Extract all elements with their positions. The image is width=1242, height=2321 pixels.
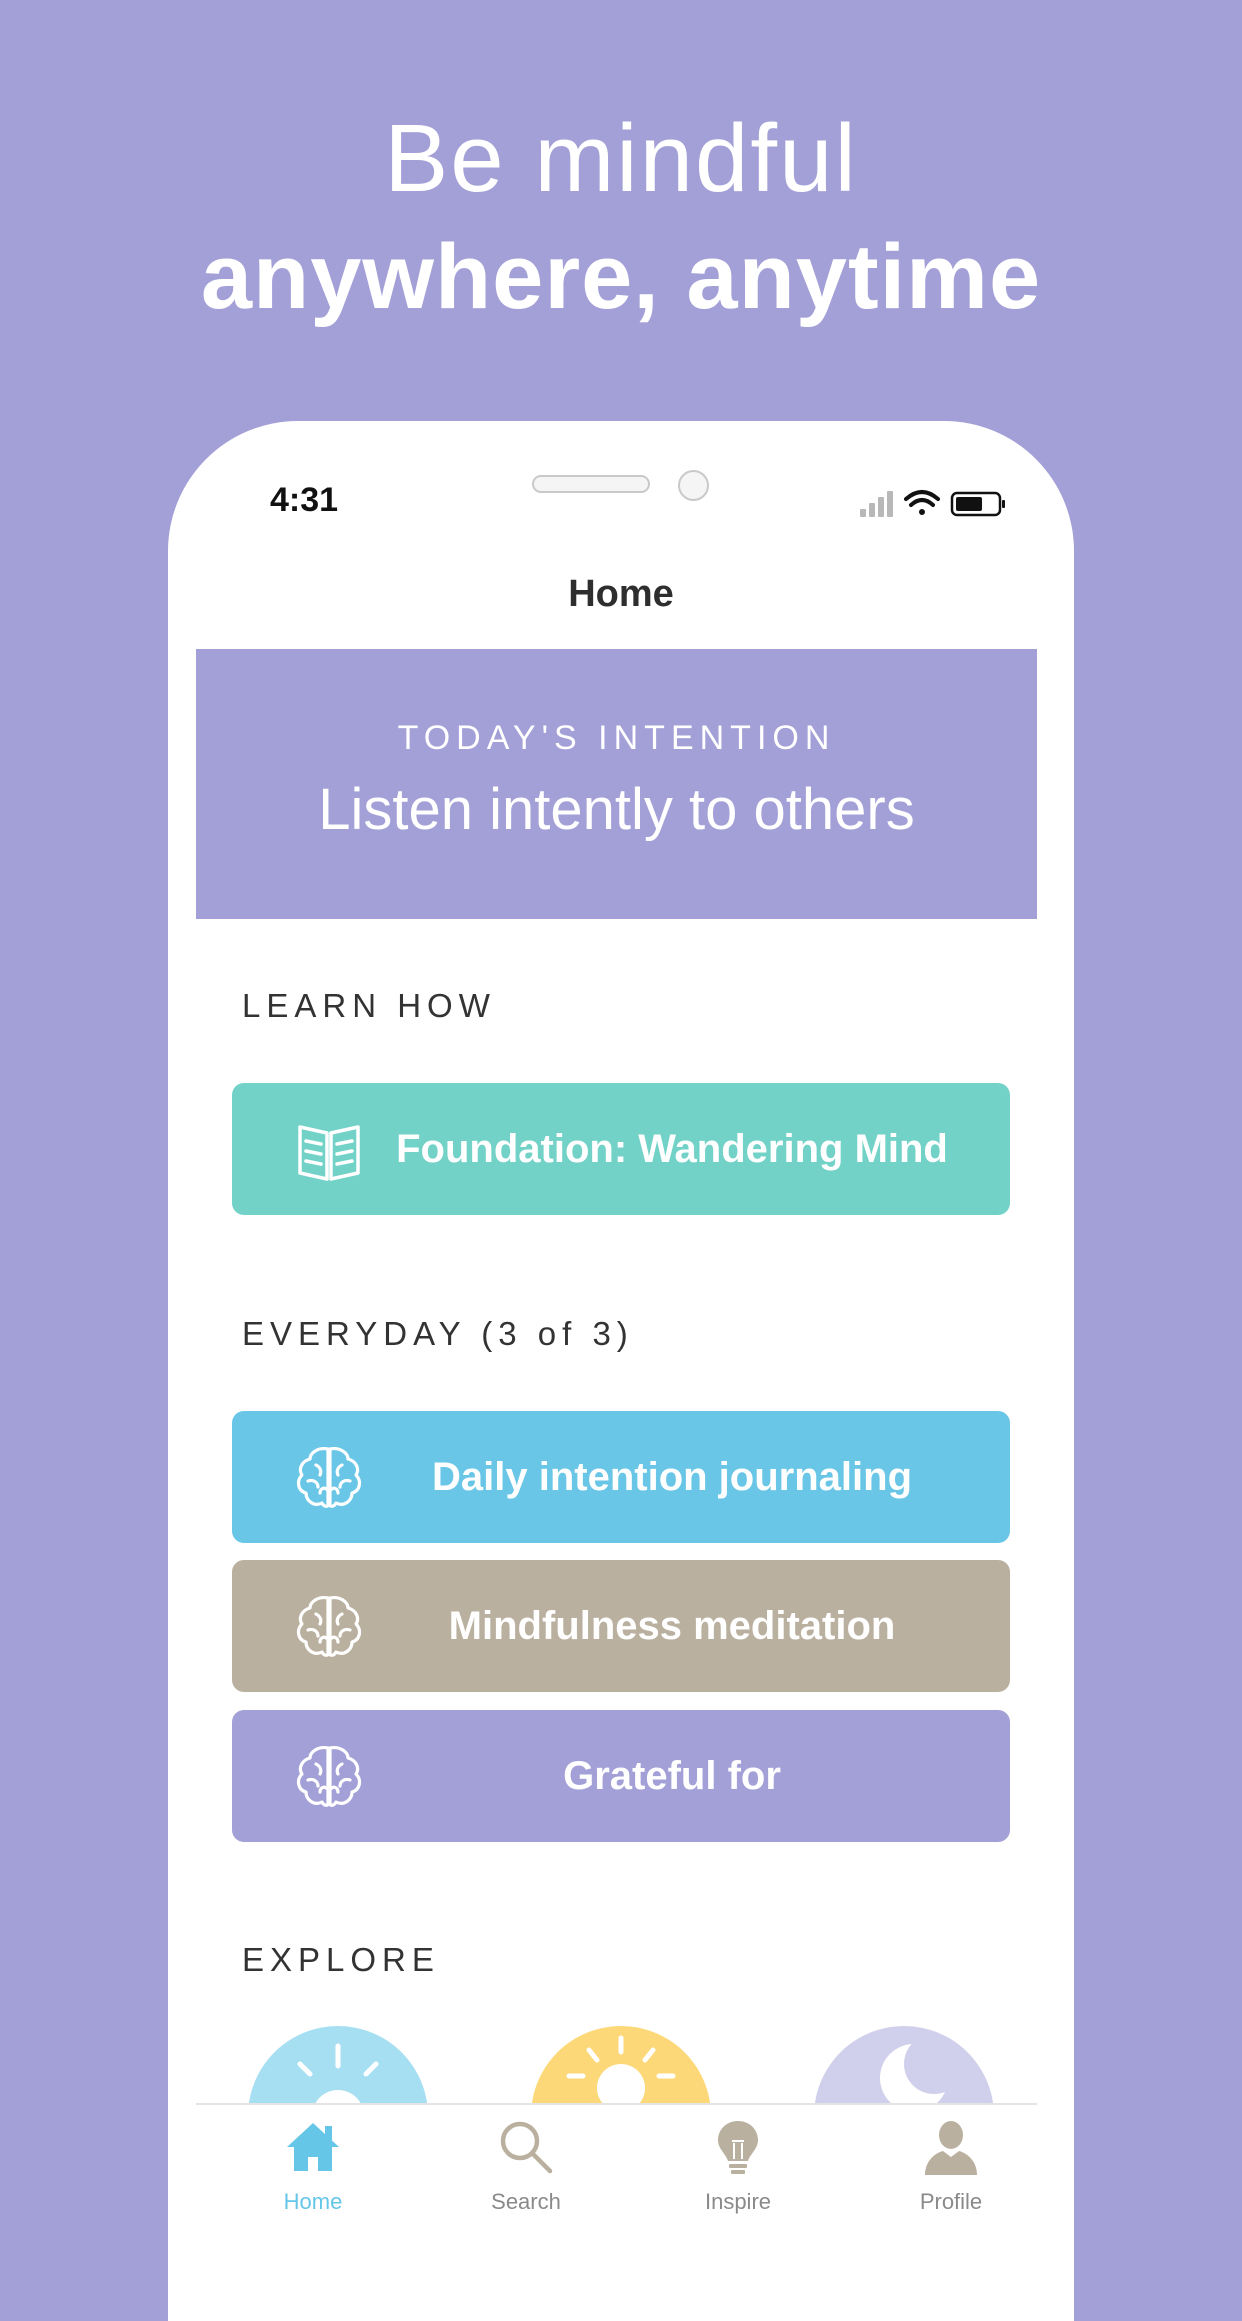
tab-bar: Home Search Inspire Profile <box>196 2103 1037 2321</box>
battery-icon <box>950 491 1005 517</box>
brain-icon <box>296 1746 362 1807</box>
signal-icon <box>860 491 893 517</box>
mindfulness-meditation-label: Mindfulness meditation <box>448 1604 896 1648</box>
wifi-icon <box>904 490 940 515</box>
page-title: Home <box>568 573 674 615</box>
brain-icon <box>296 1447 362 1508</box>
explore-row <box>168 2026 1074 2106</box>
tab-home[interactable]: Home <box>233 2105 393 2225</box>
phone-speaker <box>532 475 650 493</box>
headline-line-1: Be mindful <box>384 105 858 212</box>
search-icon <box>500 2121 553 2174</box>
sunrise-icon <box>566 2035 676 2106</box>
section-everyday: EVERYDAY (3 of 3) <box>242 1315 634 1352</box>
headline-line-2: anywhere, anytime <box>200 226 1042 328</box>
phone-camera <box>678 470 709 501</box>
person-icon <box>925 2121 977 2175</box>
status-bar: 4:31 <box>168 421 1074 541</box>
explore-sunrise-item[interactable] <box>531 2026 711 2106</box>
tab-inspire[interactable]: Inspire <box>658 2105 818 2225</box>
section-explore: EXPLORE <box>242 1941 440 1978</box>
tab-profile-label: Profile <box>919 2189 983 2214</box>
daily-journaling-label: Daily intention journaling <box>432 1455 912 1499</box>
status-time: 4:31 <box>270 481 339 519</box>
tab-inspire-label: Inspire <box>704 2189 772 2214</box>
intention-label: TODAY'S INTENTION <box>397 719 836 757</box>
tab-home-label: Home <box>283 2189 343 2214</box>
grateful-for-card[interactable]: Grateful for <box>232 1710 1010 1842</box>
promo-headline: Be mindful anywhere, anytime <box>0 100 1242 336</box>
foundation-card-label: Foundation: Wandering Mind <box>396 1127 948 1171</box>
mindfulness-meditation-card[interactable]: Mindfulness meditation <box>232 1560 1010 1692</box>
phone-screen: 4:31 Home TODAY'S INTENTION Listen inten… <box>168 421 1074 2321</box>
moon-icon <box>880 2034 964 2106</box>
status-icons <box>860 490 1005 517</box>
book-icon <box>298 1125 360 1181</box>
intention-text: Listen intently to others <box>318 777 915 842</box>
lightbulb-icon <box>718 2121 758 2174</box>
todays-intention-banner[interactable]: TODAY'S INTENTION Listen intently to oth… <box>196 649 1037 919</box>
section-learn-how: LEARN HOW <box>242 987 496 1024</box>
explore-moon-item[interactable] <box>814 2026 994 2106</box>
explore-sun-item[interactable] <box>248 2026 428 2106</box>
tab-search[interactable]: Search <box>446 2105 606 2225</box>
sun-icon <box>297 2043 379 2106</box>
home-icon <box>287 2123 339 2171</box>
tab-search-label: Search <box>491 2189 561 2214</box>
daily-journaling-card[interactable]: Daily intention journaling <box>232 1411 1010 1543</box>
brain-icon <box>296 1596 362 1657</box>
foundation-card[interactable]: Foundation: Wandering Mind <box>232 1083 1010 1215</box>
grateful-for-label: Grateful for <box>563 1754 781 1798</box>
tab-profile[interactable]: Profile <box>871 2105 1031 2225</box>
